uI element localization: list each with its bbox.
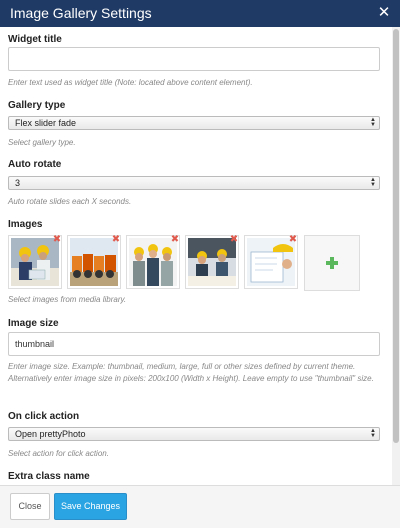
auto-rotate-value: 3 (15, 178, 21, 188)
save-changes-button[interactable]: Save Changes (54, 493, 127, 520)
image-size-input[interactable]: thumbnail (8, 332, 380, 356)
image-thumbnail[interactable]: ✖ (244, 235, 298, 289)
image-thumbnail[interactable]: ✖ (8, 235, 62, 289)
select-arrows-icon: ▲ ▼ (370, 428, 376, 439)
workers-reviewing-plans-image (11, 238, 59, 286)
extra-class-name-label: Extra class name (8, 471, 90, 482)
remove-image-icon[interactable]: ✖ (111, 235, 121, 245)
widget-title-description: Enter text used as widget title (Note: l… (8, 78, 253, 87)
vertical-scrollbar[interactable] (392, 27, 400, 485)
remove-image-icon[interactable]: ✖ (52, 235, 62, 245)
gallery-type-select[interactable]: Flex slider fade ▲ ▼ (8, 116, 380, 130)
scrollbar-thumb[interactable] (393, 29, 399, 443)
dialog-title: Image Gallery Settings (10, 5, 152, 21)
gallery-type-description: Select gallery type. (8, 138, 76, 147)
image-thumbnail[interactable]: ✖ (67, 235, 121, 289)
image-size-description: Enter image size. Example: thumbnail, me… (8, 362, 374, 383)
on-click-action-label: On click action (8, 411, 80, 422)
images-label: Images (8, 219, 43, 230)
on-click-action-description: Select action for click action. (8, 449, 109, 458)
on-click-action-value: Open prettyPhoto (15, 429, 86, 439)
workers-at-desk-image (188, 238, 236, 286)
image-thumbnails: ✖ ✖ ✖ ✖ ✖ (8, 235, 368, 291)
auto-rotate-label: Auto rotate (8, 159, 62, 170)
on-click-action-select[interactable]: Open prettyPhoto ▲ ▼ (8, 427, 380, 441)
image-thumbnail[interactable]: ✖ (126, 235, 180, 289)
plus-icon (326, 257, 338, 269)
image-gallery-settings-dialog: Image Gallery Settings ✕ Widget title En… (0, 0, 400, 528)
auto-rotate-select[interactable]: 3 ▲ ▼ (8, 176, 380, 190)
select-arrows-icon: ▲ ▼ (370, 177, 376, 188)
group-of-engineers-image (129, 238, 177, 286)
remove-image-icon[interactable]: ✖ (170, 235, 180, 245)
widget-title-input[interactable] (8, 47, 380, 71)
hard-hat-and-blueprints-image (247, 238, 295, 286)
gallery-type-label: Gallery type (8, 100, 66, 111)
image-size-label: Image size (8, 318, 59, 329)
gallery-type-value: Flex slider fade (15, 118, 77, 128)
close-icon[interactable]: ✕ (377, 4, 391, 22)
image-thumbnail[interactable]: ✖ (185, 235, 239, 289)
dialog-header: Image Gallery Settings ✕ (0, 0, 400, 27)
widget-title-label: Widget title (8, 34, 62, 45)
dialog-footer: Close Save Changes (0, 485, 400, 528)
close-button[interactable]: Close (10, 493, 50, 520)
images-description: Select images from media library. (8, 295, 127, 304)
construction-machines-image (70, 238, 118, 286)
add-image-button[interactable] (304, 235, 360, 291)
remove-image-icon[interactable]: ✖ (229, 235, 239, 245)
select-arrows-icon: ▲ ▼ (370, 117, 376, 128)
remove-image-icon[interactable]: ✖ (288, 235, 298, 245)
auto-rotate-description: Auto rotate slides each X seconds. (8, 197, 132, 206)
